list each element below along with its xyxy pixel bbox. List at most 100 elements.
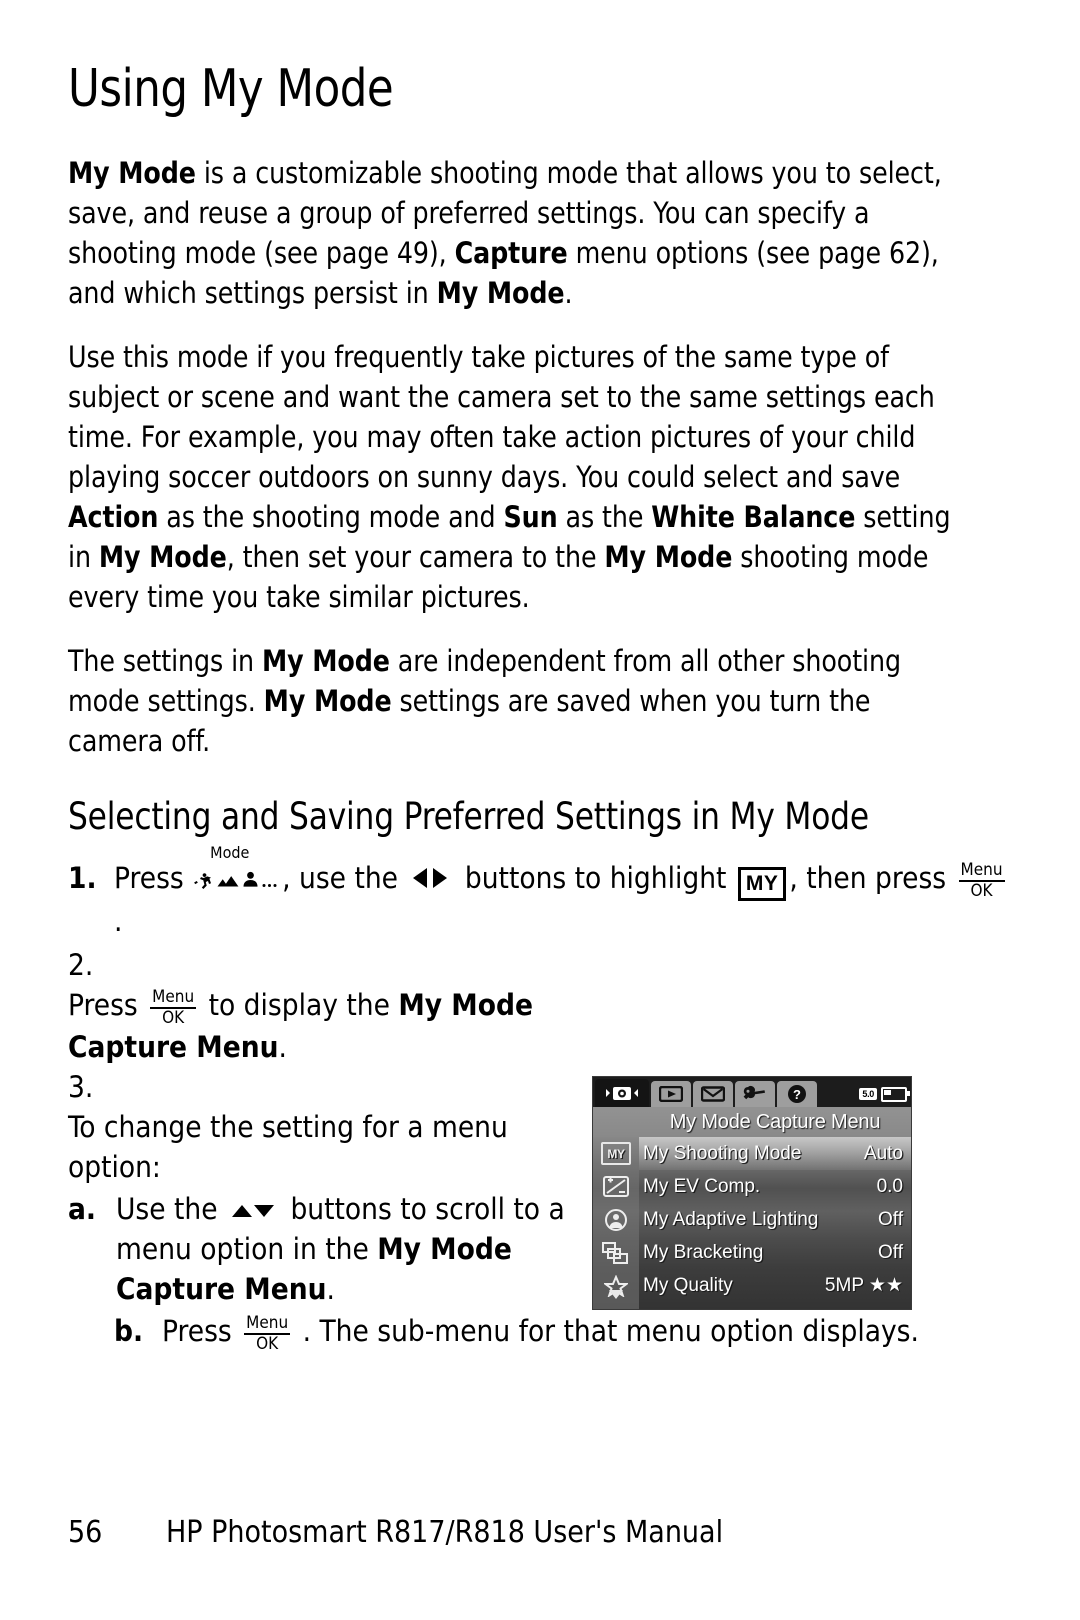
menu-ok-bottom-label: OK (256, 1334, 279, 1355)
menu-ok-top-label: Menu (958, 860, 1005, 883)
sub-step-a: a. Use the buttons to scroll to a menu o… (68, 1189, 588, 1309)
ev-comp-icon (593, 1176, 639, 1197)
text-run: . (326, 1272, 335, 1307)
playback-tab[interactable] (651, 1081, 691, 1107)
document-page: Using My Mode My Mode is a customizable … (0, 0, 1080, 1620)
svg-text:?: ? (793, 1087, 801, 1102)
menu-ok-bottom-label: OK (162, 1008, 185, 1029)
text-run: Press (162, 1314, 241, 1349)
camera-icon (606, 1087, 638, 1100)
bold-my-mode: My Mode (98, 539, 227, 574)
adaptive-lighting-icon (593, 1208, 639, 1231)
my-icon: MY (593, 1142, 639, 1165)
lcd-row-my-shooting-mode[interactable]: MY My Shooting Mode Auto (593, 1137, 911, 1170)
text-run: , use the (282, 861, 407, 896)
lcd-row-value: Off (878, 1241, 903, 1263)
paragraph-intro: My Mode is a customizable shooting mode … (68, 153, 970, 313)
bold-my-mode: My Mode (263, 683, 392, 718)
page-footer: 56 HP Photosmart R817/R818 User's Manual (68, 1515, 723, 1550)
sub-step-marker: b. (114, 1314, 144, 1349)
bold-white-balance: White Balance (651, 499, 856, 534)
lcd-row-label: My EV Comp. (643, 1175, 761, 1197)
text-run: . (114, 904, 123, 939)
text-run: Use this mode if you frequently take pic… (68, 339, 935, 494)
paragraph-independence: The settings in My Mode are independent … (68, 641, 970, 761)
footer-page-number: 56 (68, 1515, 103, 1550)
lcd-row-value: Auto (863, 1142, 903, 1164)
step-3-body: To change the setting for a menu option: (68, 1107, 588, 1187)
bold-action: Action (68, 499, 159, 534)
page-title: Using My Mode (68, 59, 394, 119)
mode-icon-label: Mode (210, 843, 250, 863)
bold-my-mode: My Mode (436, 275, 565, 310)
sub-step-b: b. Press Menu OK . The sub-menu for that … (114, 1311, 1012, 1353)
setup-tab[interactable] (735, 1081, 775, 1107)
step-2: 2. Press Menu OK to display the My Mode C… (68, 945, 588, 1067)
lcd-row-label: My Shooting Mode (643, 1142, 802, 1164)
lcd-row-my-bracketing[interactable]: My Bracketing Off (593, 1236, 911, 1269)
section-title: Selecting and Saving Preferred Settings … (68, 794, 869, 838)
lcd-row-label: My Bracketing (643, 1241, 764, 1263)
scroll-down-icon[interactable] (607, 1288, 625, 1300)
text-run: . (278, 1030, 287, 1065)
bold-capture: Capture (454, 235, 568, 270)
sub-step-a-body: Use the buttons to scroll to a menu opti… (116, 1189, 588, 1309)
text-run: , then press (789, 861, 955, 896)
sub-steps-list-continued: b. Press Menu OK . The sub-menu for that … (68, 1311, 1012, 1353)
bold-my-mode: My Mode (68, 155, 196, 190)
lcd-tab-bar: ? 5.0 (593, 1077, 911, 1107)
step-marker: 3. (68, 1070, 94, 1105)
lcd-row-label: My Adaptive Lighting (643, 1208, 819, 1230)
menu-ok-bottom-label: OK (970, 881, 993, 902)
lcd-menu-title: My Mode Capture Menu (593, 1107, 911, 1137)
camera-lcd-figure: ? 5.0 My Mode Capture Menu MY My Shootin… (592, 1076, 912, 1310)
sub-step-b-body: Press Menu OK . The sub-menu for that men… (162, 1311, 1012, 1353)
step-3: 3. To change the setting for a menu opti… (68, 1067, 588, 1309)
battery-icon (881, 1086, 910, 1102)
text-run: Press (114, 861, 193, 896)
step-1: 1. Press Mode , use the buttons to highli… (68, 845, 1012, 941)
menu-ok-top-label: Menu (150, 987, 197, 1010)
share-tab[interactable] (693, 1081, 733, 1107)
capture-tab[interactable] (595, 1079, 649, 1107)
lcd-row-my-adaptive-lighting[interactable]: My Adaptive Lighting Off (593, 1203, 911, 1236)
text-run: To change the setting for a menu option: (68, 1110, 508, 1185)
steps-column: 2. Press Menu OK to display the My Mode C… (68, 945, 588, 1309)
text-run: . (564, 275, 573, 310)
menu-ok-top-label: Menu (244, 1313, 291, 1336)
lcd-row-my-ev-comp[interactable]: My EV Comp. 0.0 (593, 1170, 911, 1203)
mode-glyph-shapes (194, 872, 277, 890)
wrench-icon (743, 1086, 765, 1100)
text-run: Press (68, 988, 147, 1023)
text-run: , then set your camera to the (226, 539, 605, 574)
bold-my-mode: My Mode (261, 643, 390, 678)
lcd-status-indicators: 5.0 (859, 1081, 911, 1107)
up-down-arrows-icon (232, 1205, 275, 1218)
sub-steps-list: a. Use the buttons to scroll to a menu o… (68, 1189, 588, 1309)
sub-step-marker: a. (68, 1192, 96, 1227)
step-1-body: Press Mode , use the buttons to highlight… (114, 845, 1012, 941)
memory-card-icon: 5.0 (859, 1088, 877, 1100)
lcd-row-value: Off (878, 1208, 903, 1230)
text-run: Use the (116, 1192, 227, 1227)
step-marker: 2. (68, 948, 94, 983)
left-right-arrows-icon (413, 868, 448, 889)
step-2-body: Press Menu OK to display the My Mode Capt… (68, 985, 588, 1067)
bracketing-icon (593, 1241, 639, 1264)
text-run: The settings in (68, 643, 262, 678)
menu-ok-button-icon: Menu OK (244, 1313, 291, 1355)
play-icon (659, 1086, 683, 1102)
step-marker: 1. (68, 861, 97, 896)
help-tab[interactable]: ? (777, 1081, 817, 1107)
bold-my-mode: My Mode (604, 539, 733, 574)
paragraph-usage: Use this mode if you frequently take pic… (68, 337, 970, 617)
lcd-row-my-quality[interactable]: My Quality 5MP ★★ (593, 1269, 911, 1302)
lcd-row-value: 0.0 (876, 1175, 903, 1197)
menu-ok-button-icon: Menu OK (150, 987, 197, 1029)
lcd-row-label: My Quality (643, 1274, 733, 1296)
text-run: . The sub-menu for that menu option disp… (294, 1314, 919, 1349)
my-badge-icon: MY (737, 867, 787, 902)
lcd-row-value: 5MP ★★ (824, 1275, 903, 1296)
menu-ok-button-icon: Menu OK (958, 860, 1005, 902)
bold-sun: Sun (503, 499, 558, 534)
